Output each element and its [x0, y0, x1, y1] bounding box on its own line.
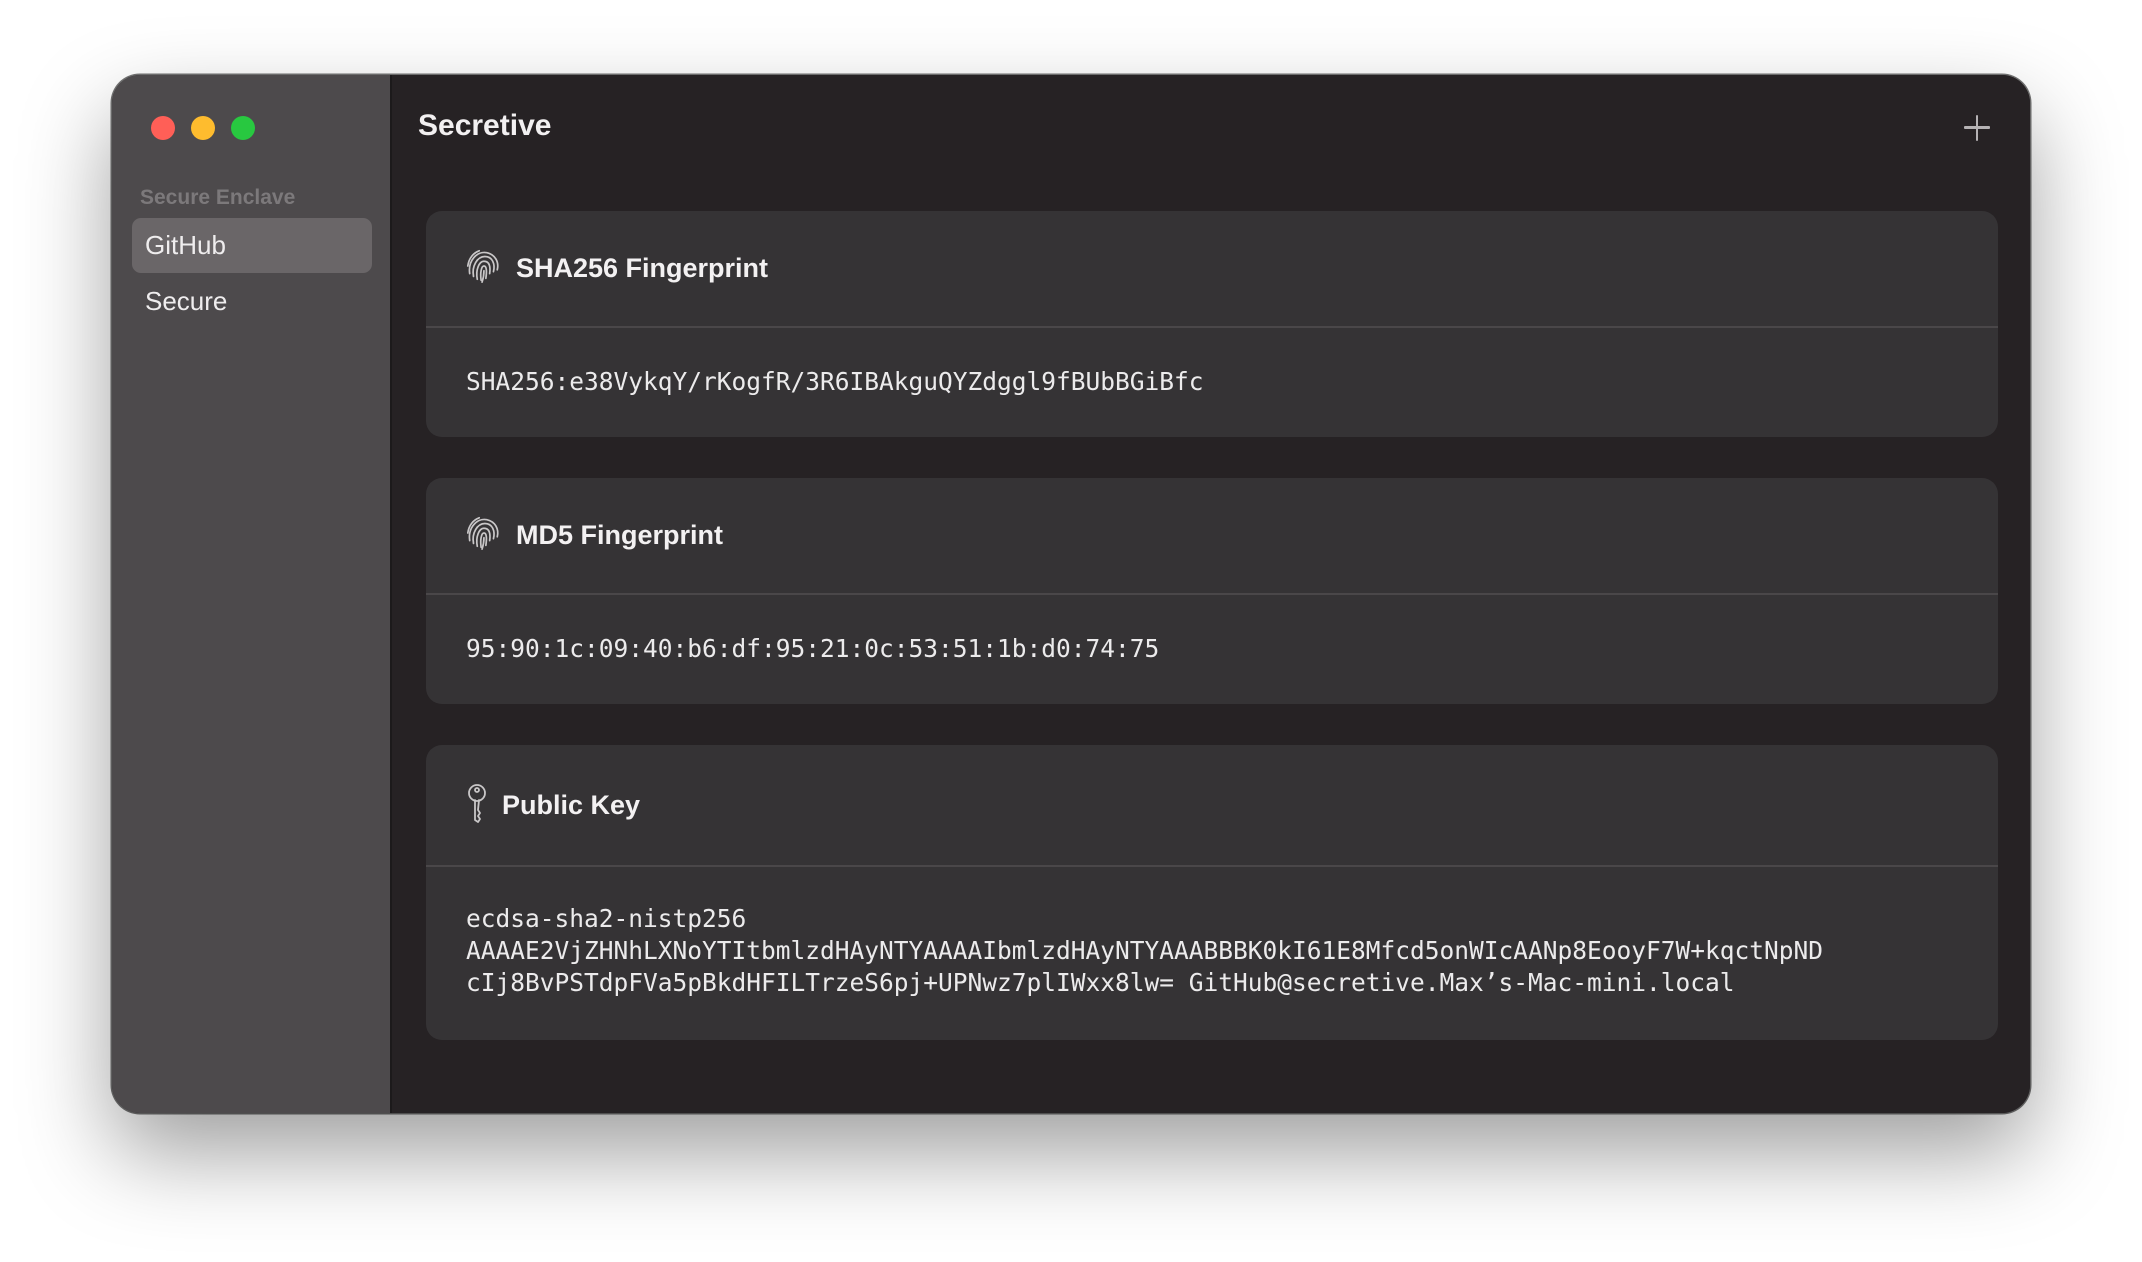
sidebar-section-heading: Secure Enclave [140, 186, 296, 209]
sha256-fingerprint-card: SHA256 Fingerprint SHA256:e38VykqY/rKogf… [426, 211, 1998, 437]
card-header: SHA256 Fingerprint [426, 211, 1998, 328]
public-key-line: cIj8BvPSTdpFVa5pBkdHFILTrzeS6pj+UPNwz7pl… [466, 968, 1735, 997]
sidebar-item-github[interactable]: GitHub [132, 218, 372, 273]
sha256-fingerprint-value[interactable]: SHA256:e38VykqY/rKogfR/3R6IBAkguQYZdggl9… [426, 328, 1998, 435]
window-controls [151, 116, 255, 140]
public-key-card: Public Key ecdsa-sha2-nistp256 AAAAE2VjZH… [426, 745, 1998, 1040]
public-key-value[interactable]: ecdsa-sha2-nistp256 AAAAE2VjZHNhLXNoYTItb… [426, 867, 1998, 999]
sidebar-item-label: GitHub [145, 230, 226, 260]
app-window: Secure Enclave GitHub Secure Secretive S… [112, 75, 2030, 1113]
detail-pane: Secretive SHA256 Fingerprint SHA256:e38V… [392, 75, 2030, 1113]
sidebar-item-secure[interactable]: Secure [132, 274, 372, 329]
card-title: MD5 Fingerprint [516, 520, 723, 550]
card-header: Public Key [426, 745, 1998, 867]
card-title: SHA256 Fingerprint [516, 253, 769, 283]
public-key-line: ecdsa-sha2-nistp256 [466, 904, 747, 933]
md5-fingerprint-value[interactable]: 95:90:1c:09:40:b6:df:95:21:0c:53:51:1b:d… [426, 595, 1998, 702]
md5-fingerprint-card: MD5 Fingerprint 95:90:1c:09:40:b6:df:95:… [426, 478, 1998, 704]
card-title: Public Key [502, 789, 641, 820]
fingerprint-icon [464, 514, 502, 557]
page-title: Secretive [418, 109, 552, 142]
card-header: MD5 Fingerprint [426, 478, 1998, 595]
sidebar: Secure Enclave GitHub Secure [112, 75, 392, 1113]
add-secret-button[interactable] [1954, 105, 1998, 149]
public-key-line: AAAAE2VjZHNhLXNoYTItbmlzdHAyNTYAAAAIbmlz… [466, 936, 1824, 965]
fingerprint-icon [464, 247, 502, 290]
key-icon [464, 782, 490, 829]
minimize-window-button[interactable] [191, 116, 215, 140]
close-window-button[interactable] [151, 116, 175, 140]
sidebar-item-label: Secure [145, 286, 228, 316]
zoom-window-button[interactable] [231, 116, 255, 140]
